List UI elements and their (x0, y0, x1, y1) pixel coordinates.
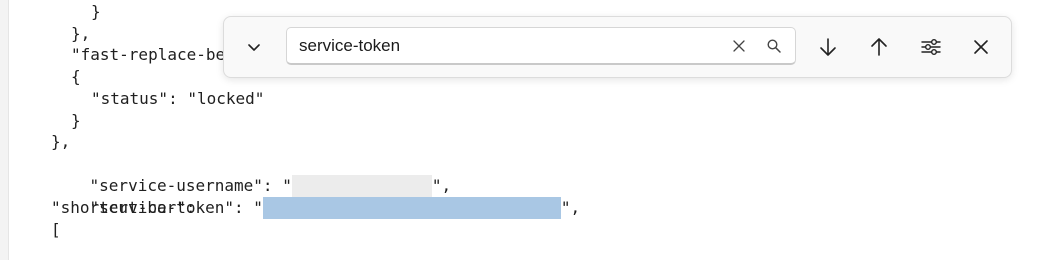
search-input[interactable] (299, 34, 709, 58)
code-line: }, (71, 24, 91, 43)
code-line: "service-username": " ", (51, 153, 451, 197)
code-line: } (91, 2, 101, 21)
json-punctuation: ", (560, 198, 581, 217)
code-line: "fast-replace-be (71, 45, 226, 64)
code-line: { (71, 67, 81, 86)
sliders-icon[interactable] (913, 29, 949, 65)
find-bar (223, 16, 1012, 78)
arrow-up-icon[interactable] (861, 29, 897, 65)
close-icon[interactable] (963, 29, 999, 65)
code-line: "status": "locked" (91, 89, 265, 108)
chevron-down-icon[interactable] (236, 29, 272, 65)
search-icon[interactable] (764, 36, 784, 56)
search-box (286, 27, 796, 65)
code-line: [ (51, 220, 61, 239)
arrow-down-icon[interactable] (810, 29, 846, 65)
code-line: } (71, 111, 81, 130)
code-line: }, (51, 132, 71, 151)
selected-token-value (262, 197, 561, 219)
code-line: "shortcut-bar": (51, 198, 196, 217)
code-line: "service-token": " ", (51, 175, 580, 219)
close-icon[interactable] (729, 36, 749, 56)
